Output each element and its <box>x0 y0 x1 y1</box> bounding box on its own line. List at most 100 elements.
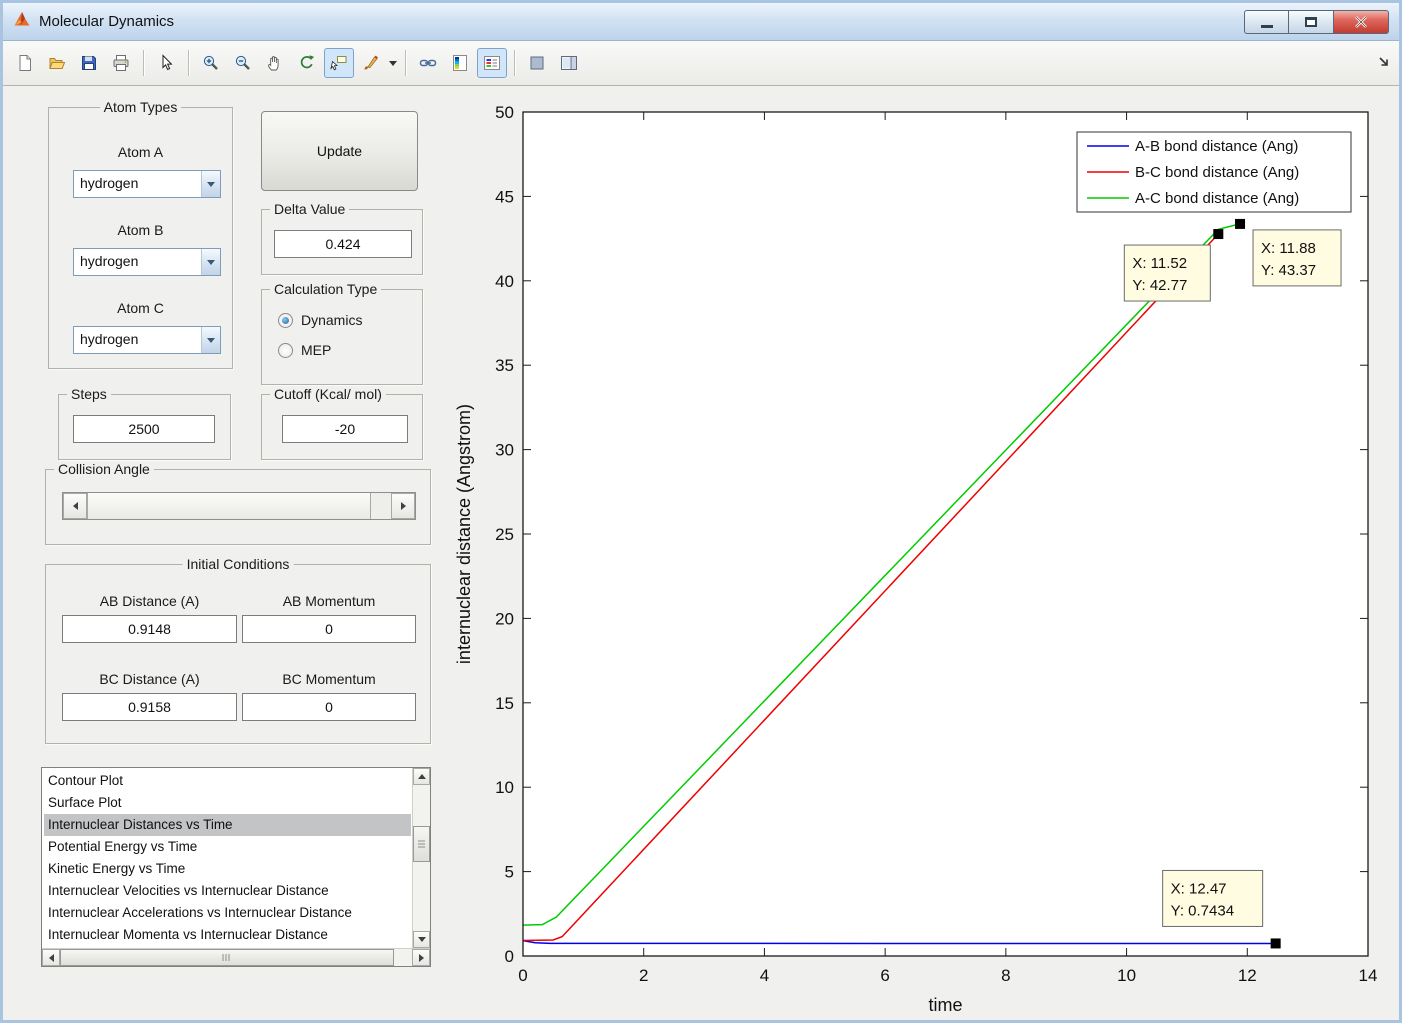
chevron-down-icon[interactable] <box>201 249 220 275</box>
bc-distance-field[interactable] <box>62 693 237 721</box>
datatip-marker[interactable] <box>1235 218 1246 229</box>
edit-plot-icon[interactable] <box>151 48 181 78</box>
legend-entry: A-B bond distance (Ang) <box>1135 138 1298 155</box>
zoom-out-icon[interactable] <box>228 48 258 78</box>
plot-type-listbox[interactable]: Contour Plot Surface Plot Internuclear Dis… <box>41 767 431 967</box>
toolbar-separator <box>405 50 406 76</box>
collision-angle-panel: Collision Angle <box>45 461 431 545</box>
y-tick-label: 20 <box>495 609 514 628</box>
slider-right-arrow[interactable] <box>391 493 415 519</box>
update-button[interactable]: Update <box>261 111 418 191</box>
scrollbar-thumb[interactable] <box>60 949 394 966</box>
radio-unselected-icon[interactable] <box>278 342 293 358</box>
radio-mep[interactable]: MEP <box>278 342 331 358</box>
y-tick-label: 25 <box>495 525 514 544</box>
insert-legend-icon[interactable] <box>477 48 507 78</box>
x-axis-label: time <box>928 995 962 1015</box>
matlab-icon <box>13 10 31 33</box>
brush-data-icon[interactable] <box>356 48 386 78</box>
chevron-down-icon[interactable] <box>201 171 220 197</box>
print-figure-icon[interactable] <box>106 48 136 78</box>
bc-momentum-field[interactable] <box>242 693 416 721</box>
data-cursor-icon[interactable] <box>324 48 354 78</box>
scroll-right-arrow[interactable] <box>412 949 430 966</box>
radio-selected-icon[interactable] <box>278 312 293 328</box>
figure-content: Atom Types Atom A hydrogen Atom B hydrog… <box>3 86 1399 1019</box>
x-tick-label: 2 <box>639 966 648 985</box>
radio-dynamics[interactable]: Dynamics <box>278 312 362 328</box>
svg-text:X: 11.52: X: 11.52 <box>1132 255 1187 272</box>
y-tick-label: 30 <box>495 441 514 460</box>
list-item[interactable]: Contour Plot <box>44 770 411 792</box>
link-plot-icon[interactable] <box>413 48 443 78</box>
slider-track[interactable] <box>371 493 391 519</box>
ab-distance-field[interactable] <box>62 615 237 643</box>
x-tick-label: 0 <box>518 966 527 985</box>
new-figure-icon[interactable] <box>10 48 40 78</box>
list-item[interactable]: Kinetic Energy vs Time <box>44 858 411 880</box>
toolbar-separator <box>188 50 189 76</box>
scroll-up-arrow[interactable] <box>413 768 430 785</box>
listbox-items: Contour Plot Surface Plot Internuclear Dis… <box>44 770 411 947</box>
radio-mep-label: MEP <box>301 342 332 358</box>
datatip-marker[interactable] <box>1270 938 1281 949</box>
rotate-3d-icon[interactable] <box>292 48 322 78</box>
y-tick-label: 35 <box>495 356 514 375</box>
atom-b-dropdown[interactable]: hydrogen <box>73 248 221 276</box>
collision-angle-slider[interactable] <box>62 492 416 520</box>
bc-momentum-label: BC Momentum <box>282 671 376 687</box>
svg-text:Y: 43.37: Y: 43.37 <box>1261 262 1316 279</box>
x-tick-label: 10 <box>1117 966 1136 985</box>
listbox-vertical-scrollbar[interactable] <box>412 768 430 948</box>
dock-figure-icon[interactable] <box>1377 55 1391 74</box>
slider-thumb[interactable] <box>87 493 371 519</box>
cutoff-title: Cutoff (Kcal/ mol) <box>270 386 386 402</box>
svg-text:X: 11.88: X: 11.88 <box>1261 240 1316 257</box>
brush-menu-caret-icon[interactable] <box>387 48 399 78</box>
x-tick-label: 12 <box>1238 966 1257 985</box>
list-item[interactable]: Internuclear Momenta vs Internuclear Dis… <box>44 924 411 946</box>
atom-c-value: hydrogen <box>80 331 139 347</box>
atom-c-dropdown[interactable]: hydrogen <box>73 326 221 354</box>
scrollbar-thumb[interactable] <box>413 826 430 862</box>
open-file-icon[interactable] <box>42 48 72 78</box>
maximize-button[interactable] <box>1289 10 1334 34</box>
pan-icon[interactable] <box>260 48 290 78</box>
listbox-horizontal-scrollbar[interactable] <box>42 948 430 966</box>
y-tick-label: 5 <box>505 863 514 882</box>
zoom-in-icon[interactable] <box>196 48 226 78</box>
delta-value-field[interactable] <box>274 230 412 258</box>
axes-background <box>523 112 1368 956</box>
list-item[interactable]: Surface Plot <box>44 792 411 814</box>
chevron-down-icon[interactable] <box>201 327 220 353</box>
steps-title: Steps <box>67 386 111 402</box>
y-tick-label: 50 <box>495 103 514 122</box>
save-figure-icon[interactable] <box>74 48 104 78</box>
atom-types-title: Atom Types <box>99 99 182 115</box>
svg-text:Y: 0.7434: Y: 0.7434 <box>1171 902 1234 919</box>
steps-panel: Steps <box>58 386 231 460</box>
show-plot-tools-icon[interactable] <box>554 48 584 78</box>
ab-momentum-field[interactable] <box>242 615 416 643</box>
atom-c-label: Atom C <box>117 300 164 316</box>
minimize-button[interactable] <box>1244 10 1289 34</box>
list-item[interactable]: Potential Energy vs Time <box>44 836 411 858</box>
steps-field[interactable] <box>73 415 215 443</box>
list-item[interactable]: Internuclear Velocities vs Internuclear … <box>44 880 411 902</box>
scroll-down-arrow[interactable] <box>413 931 430 948</box>
atom-a-dropdown[interactable]: hydrogen <box>73 170 221 198</box>
list-item[interactable]: Internuclear Distances vs Time <box>44 814 411 836</box>
app-window: Molecular Dynamics Atom Types Atom A hyd… <box>0 0 1402 1023</box>
calculation-type-title: Calculation Type <box>270 281 382 297</box>
datatip-marker[interactable] <box>1213 229 1224 240</box>
insert-colorbar-icon[interactable] <box>445 48 475 78</box>
y-tick-label: 10 <box>495 778 514 797</box>
radio-dynamics-label: Dynamics <box>301 312 363 328</box>
list-item[interactable]: Internuclear Accelerations vs Internucle… <box>44 902 411 924</box>
close-button[interactable] <box>1334 10 1389 34</box>
hide-plot-tools-icon[interactable] <box>522 48 552 78</box>
cutoff-field[interactable] <box>282 415 408 443</box>
slider-left-arrow[interactable] <box>63 493 87 519</box>
scroll-left-arrow[interactable] <box>42 949 60 966</box>
legend[interactable]: A-B bond distance (Ang) B-C bond distance… <box>1076 131 1352 213</box>
